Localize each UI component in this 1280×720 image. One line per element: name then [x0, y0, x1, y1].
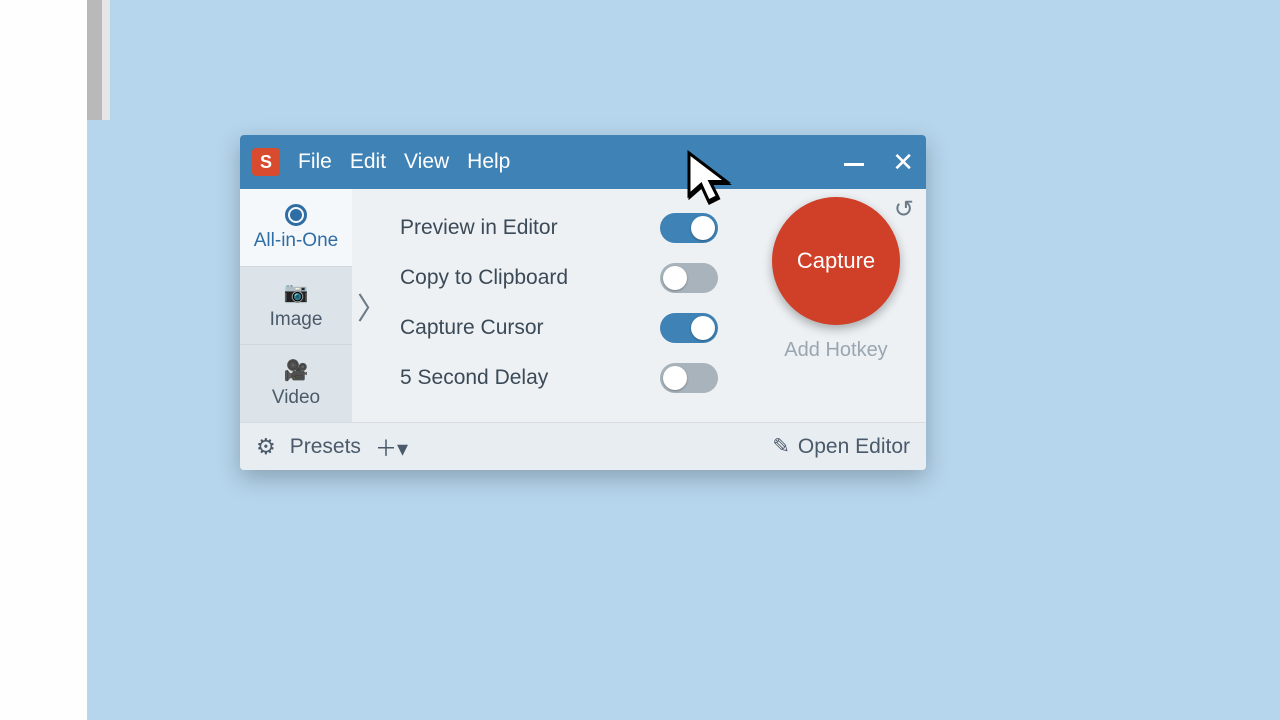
toggle-copy-to-clipboard[interactable]: [660, 263, 718, 293]
footer-bar: ⚙ Presets ＋▾ ✎ Open Editor: [240, 422, 926, 470]
menu-view[interactable]: View: [404, 150, 449, 174]
tab-label: All-in-One: [254, 230, 338, 252]
snagit-capture-window: S File Edit View Help ✕ All-in-One 📷 Ima…: [240, 135, 926, 470]
capture-button[interactable]: Capture: [772, 197, 900, 325]
background-scrolltrack: [102, 0, 110, 120]
minimize-icon[interactable]: [844, 163, 864, 175]
option-cursor-label: Capture Cursor: [400, 316, 544, 340]
chevron-right-icon[interactable]: 〉: [352, 189, 392, 422]
tab-all-in-one[interactable]: All-in-One: [240, 189, 352, 266]
close-icon[interactable]: ✕: [892, 149, 914, 175]
background-panel-left: [0, 0, 87, 720]
window-controls: ✕: [844, 149, 914, 175]
open-editor-button[interactable]: ✎ Open Editor: [772, 434, 910, 459]
menu-help[interactable]: Help: [467, 150, 510, 174]
tab-video[interactable]: 🎥 Video: [240, 344, 352, 422]
video-icon: 🎥: [284, 358, 309, 383]
add-preset-icon[interactable]: ＋▾: [375, 431, 408, 463]
presets-button[interactable]: Presets: [290, 435, 361, 459]
undo-icon[interactable]: ↺: [894, 195, 914, 224]
option-clipboard-label: Copy to Clipboard: [400, 266, 568, 290]
tab-image[interactable]: 📷 Image: [240, 266, 352, 344]
tab-label: Video: [272, 387, 320, 409]
menu-file[interactable]: File: [298, 150, 332, 174]
tab-label: Image: [270, 309, 323, 331]
camera-icon: 📷: [284, 280, 309, 305]
background-scrollbar: [87, 0, 102, 120]
app-logo-icon: S: [252, 148, 280, 176]
menu-bar: File Edit View Help: [298, 150, 510, 174]
toggle-5-second-delay[interactable]: [660, 363, 718, 393]
option-delay-label: 5 Second Delay: [400, 366, 548, 390]
options-panel: Preview in Editor Copy to Clipboard Capt…: [392, 189, 746, 422]
menu-edit[interactable]: Edit: [350, 150, 386, 174]
radio-selected-icon: [285, 204, 307, 226]
mode-tabs: All-in-One 📷 Image 🎥 Video: [240, 189, 352, 422]
open-editor-label: Open Editor: [798, 435, 910, 459]
edit-square-icon: ✎: [772, 434, 790, 459]
toggle-preview-in-editor[interactable]: [660, 213, 718, 243]
toggle-capture-cursor[interactable]: [660, 313, 718, 343]
add-hotkey-link[interactable]: Add Hotkey: [784, 339, 887, 362]
gear-icon[interactable]: ⚙: [256, 434, 276, 460]
titlebar[interactable]: S File Edit View Help ✕: [240, 135, 926, 189]
option-preview-label: Preview in Editor: [400, 216, 558, 240]
